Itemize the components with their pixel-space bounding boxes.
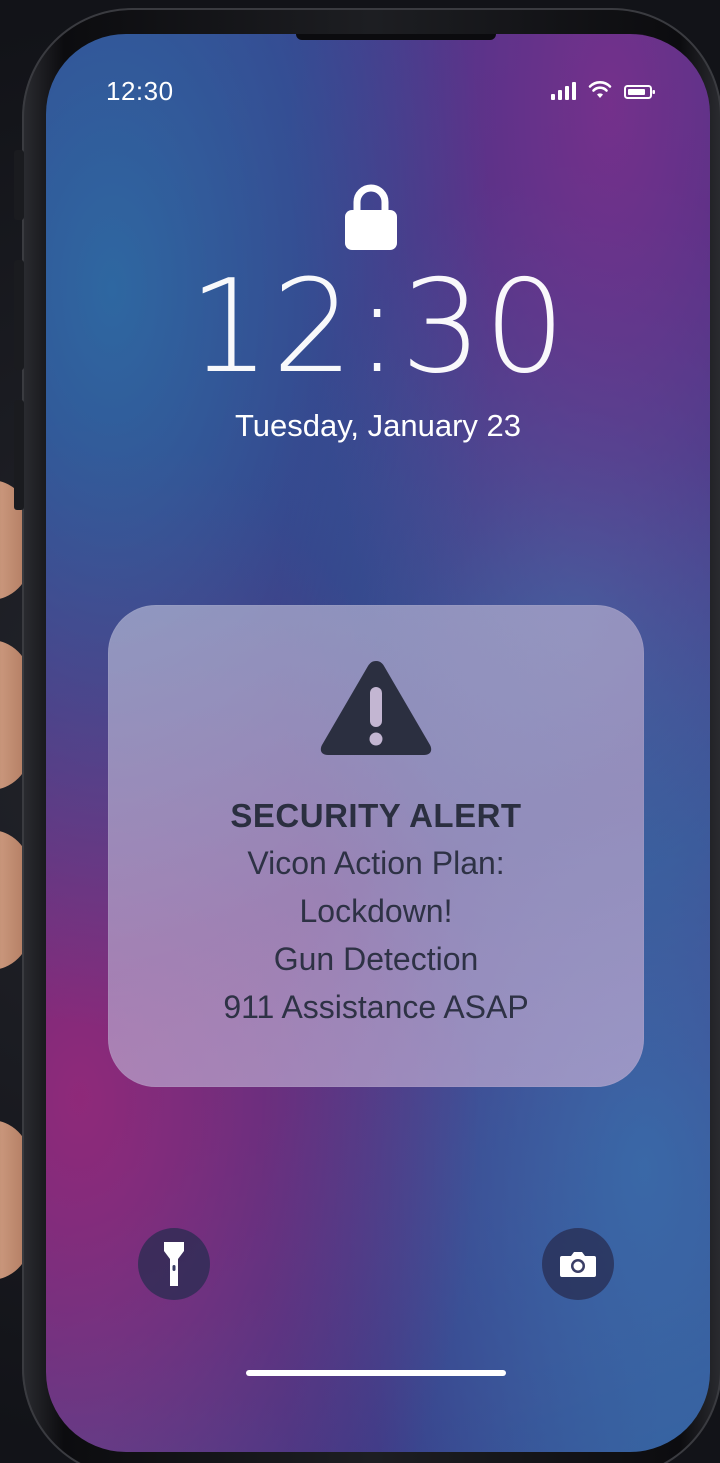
scene: 12:30 12:30 Tuesday, January 23 SECURITY… [0, 0, 720, 1463]
battery-icon [624, 85, 655, 99]
warning-icon [320, 661, 432, 755]
alert-title: SECURITY ALERT [230, 797, 522, 834]
wifi-icon [588, 81, 612, 98]
lock-screen-time: 12:30 [188, 253, 568, 402]
camera-icon [560, 1252, 596, 1277]
volume-down-button[interactable] [14, 400, 24, 510]
camera-button[interactable] [542, 1228, 614, 1300]
flashlight-button[interactable] [138, 1228, 210, 1300]
mute-switch[interactable] [14, 150, 24, 220]
lock-screen-date: Tuesday, January 23 [234, 408, 522, 443]
lock-screen: 12:30 12:30 Tuesday, January 23 SECURITY… [46, 34, 710, 1452]
alert-line: Vicon Action Plan: [247, 845, 505, 881]
notch [296, 34, 496, 40]
home-indicator[interactable] [246, 1370, 506, 1376]
alert-line: Lockdown! [299, 893, 453, 929]
security-alert-notification[interactable]: SECURITY ALERT Vicon Action Plan: Lockdo… [108, 605, 644, 1087]
alert-line: 911 Assistance ASAP [223, 989, 529, 1025]
cellular-signal-icon [551, 82, 576, 100]
status-bar-time: 12:30 [106, 76, 174, 106]
status-bar-icons [551, 80, 656, 100]
lock-icon [345, 184, 397, 250]
flashlight-icon [164, 1242, 184, 1286]
volume-up-button[interactable] [14, 260, 24, 370]
alert-line: Gun Detection [273, 941, 479, 977]
